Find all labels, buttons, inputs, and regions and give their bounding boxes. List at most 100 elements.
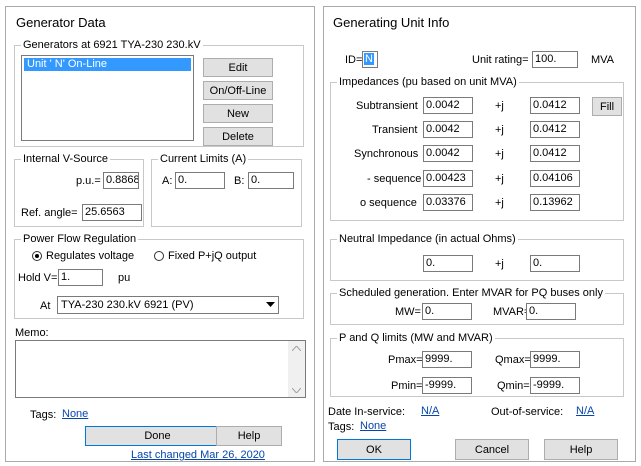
j-label: +j	[495, 258, 504, 270]
pq-limits-group: P and Q limits (MW and MVAR) Pmax= 9999.…	[330, 332, 624, 397]
list-item[interactable]: Unit ' N' On-Line	[24, 58, 191, 71]
pmax-label: Pmax=	[388, 354, 423, 366]
j-label: +j	[495, 124, 504, 136]
negative-sequence-imag-input[interactable]: 0.04106	[530, 170, 580, 187]
id-label: ID=	[345, 54, 363, 66]
fixed-pq-radio[interactable]	[154, 251, 164, 261]
scroll-up-icon[interactable]	[288, 341, 305, 355]
mva-unit-label: MVA	[591, 54, 615, 66]
pmin-input[interactable]: -9999.	[422, 377, 472, 394]
delete-button[interactable]: Delete	[203, 127, 273, 146]
unit-rating-label: Unit rating=	[472, 54, 529, 66]
transient-real-input[interactable]: 0.0042	[423, 121, 473, 138]
impedances-group: Impedances (pu based on unit MVA) Subtra…	[330, 76, 624, 221]
a-label: A:	[162, 175, 173, 187]
mvar-label: MVAR=	[493, 306, 531, 318]
ref-angle-input[interactable]: 25.6563	[82, 204, 142, 221]
at-label: At	[40, 300, 51, 312]
transient-label: Transient	[372, 124, 418, 136]
b-limit-input[interactable]: 0.	[248, 172, 294, 189]
cancel-button[interactable]: Cancel	[455, 439, 529, 460]
pu-label: p.u.=	[76, 175, 101, 187]
help-button[interactable]: Help	[544, 439, 618, 460]
power-flow-regulation-group: Power Flow Regulation Regulates voltage …	[14, 233, 304, 319]
tags-label: Tags:	[30, 409, 57, 421]
j-label: +j	[495, 148, 504, 160]
fixed-pq-label[interactable]: Fixed P+jQ output	[168, 249, 256, 263]
on-off-line-button[interactable]: On/Off-Line	[203, 81, 273, 100]
out-of-service-label: Out-of-service:	[491, 406, 564, 418]
done-button[interactable]: Done	[85, 426, 230, 446]
unit-rating-input[interactable]: 100.	[532, 51, 578, 68]
tags-none-link[interactable]: None	[360, 420, 386, 432]
scheduled-generation-label: Scheduled generation. Enter MVAR for PQ …	[337, 287, 605, 299]
generating-unit-info-window: Generating Unit Info ID= N Unit rating= …	[323, 6, 636, 462]
internal-v-source-group: Internal V-Source p.u.= 0.88683 Ref. ang…	[14, 153, 144, 227]
hold-v-label: Hold V=	[18, 272, 58, 284]
window-title: Generator Data	[16, 15, 106, 30]
power-flow-regulation-label: Power Flow Regulation	[21, 233, 139, 245]
date-in-service-label: Date In-service:	[328, 406, 406, 418]
zero-sequence-label: o sequence	[360, 197, 417, 209]
new-button[interactable]: New	[203, 104, 273, 123]
j-label: +j	[495, 173, 504, 185]
regulated-bus-select[interactable]: TYA-230 230.kV 6921 (PV)	[57, 296, 279, 314]
subtransient-imag-input[interactable]: 0.0412	[530, 97, 580, 114]
memo-textarea[interactable]	[15, 340, 306, 398]
memo-scrollbar[interactable]	[288, 341, 305, 397]
generators-group-label: Generators at 6921 TYA-230 230.kV	[21, 39, 203, 51]
negative-sequence-real-input[interactable]: 0.00423	[423, 170, 473, 187]
qmax-label: Qmax=	[495, 354, 531, 366]
mvar-input[interactable]: 0.	[526, 303, 576, 320]
neutral-real-input[interactable]: 0.	[423, 255, 473, 272]
qmin-input[interactable]: -9999.	[530, 377, 580, 394]
neutral-imag-input[interactable]: 0.	[530, 255, 580, 272]
regulates-voltage-radio[interactable]	[32, 251, 42, 261]
current-limits-group: Current Limits (A) A: 0. B: 0.	[151, 153, 302, 227]
regulated-bus-value: TYA-230 230.kV 6921 (PV)	[61, 299, 194, 311]
generators-group: Generators at 6921 TYA-230 230.kV Unit '…	[14, 39, 304, 147]
synchronous-real-input[interactable]: 0.0042	[423, 145, 473, 162]
dropdown-arrow-icon[interactable]	[261, 297, 278, 313]
transient-imag-input[interactable]: 0.0412	[530, 121, 580, 138]
current-limits-label: Current Limits (A)	[158, 153, 249, 165]
neutral-impedance-group: Neutral Impedance (in actual Ohms) 0. +j…	[330, 233, 624, 281]
fill-button[interactable]: Fill	[592, 97, 622, 116]
date-in-service-link[interactable]: N/A	[421, 405, 439, 417]
id-input[interactable]: N	[362, 51, 378, 68]
pu-unit-label: pu	[118, 272, 131, 284]
scheduled-generation-group: Scheduled generation. Enter MVAR for PQ …	[330, 287, 624, 325]
memo-label: Memo:	[15, 327, 49, 339]
tags-none-link[interactable]: None	[62, 408, 88, 420]
out-of-service-link[interactable]: N/A	[576, 405, 594, 417]
neutral-impedance-label: Neutral Impedance (in actual Ohms)	[337, 233, 518, 245]
last-changed-link[interactable]: Last changed Mar 26, 2020	[131, 449, 265, 461]
id-value: N	[364, 53, 374, 65]
qmin-label: Qmin=	[497, 380, 530, 392]
j-label: +j	[495, 100, 504, 112]
j-label: +j	[495, 197, 504, 209]
window-title: Generating Unit Info	[333, 15, 450, 30]
ref-angle-label: Ref. angle=	[21, 207, 78, 219]
synchronous-label: Synchronous	[354, 148, 419, 160]
negative-sequence-label: - sequence	[367, 173, 422, 185]
subtransient-real-input[interactable]: 0.0042	[423, 97, 473, 114]
pu-input[interactable]: 0.88683	[103, 172, 139, 189]
subtransient-label: Subtransient	[356, 100, 418, 112]
internal-v-source-label: Internal V-Source	[21, 153, 110, 165]
zero-sequence-real-input[interactable]: 0.03376	[423, 194, 473, 211]
synchronous-imag-input[interactable]: 0.0412	[530, 145, 580, 162]
pq-limits-label: P and Q limits (MW and MVAR)	[337, 332, 495, 344]
qmax-input[interactable]: 9999.	[530, 351, 580, 368]
help-button[interactable]: Help	[216, 426, 282, 446]
zero-sequence-imag-input[interactable]: 0.13962	[530, 194, 580, 211]
a-limit-input[interactable]: 0.	[175, 172, 225, 189]
scroll-down-icon[interactable]	[288, 383, 305, 397]
edit-button[interactable]: Edit	[203, 58, 273, 77]
generator-list[interactable]: Unit ' N' On-Line	[21, 55, 194, 141]
regulates-voltage-label[interactable]: Regulates voltage	[46, 249, 134, 263]
mw-input[interactable]: 0.	[422, 303, 472, 320]
pmax-input[interactable]: 9999.	[422, 351, 472, 368]
hold-v-input[interactable]: 1.	[58, 269, 103, 286]
ok-button[interactable]: OK	[337, 439, 411, 460]
